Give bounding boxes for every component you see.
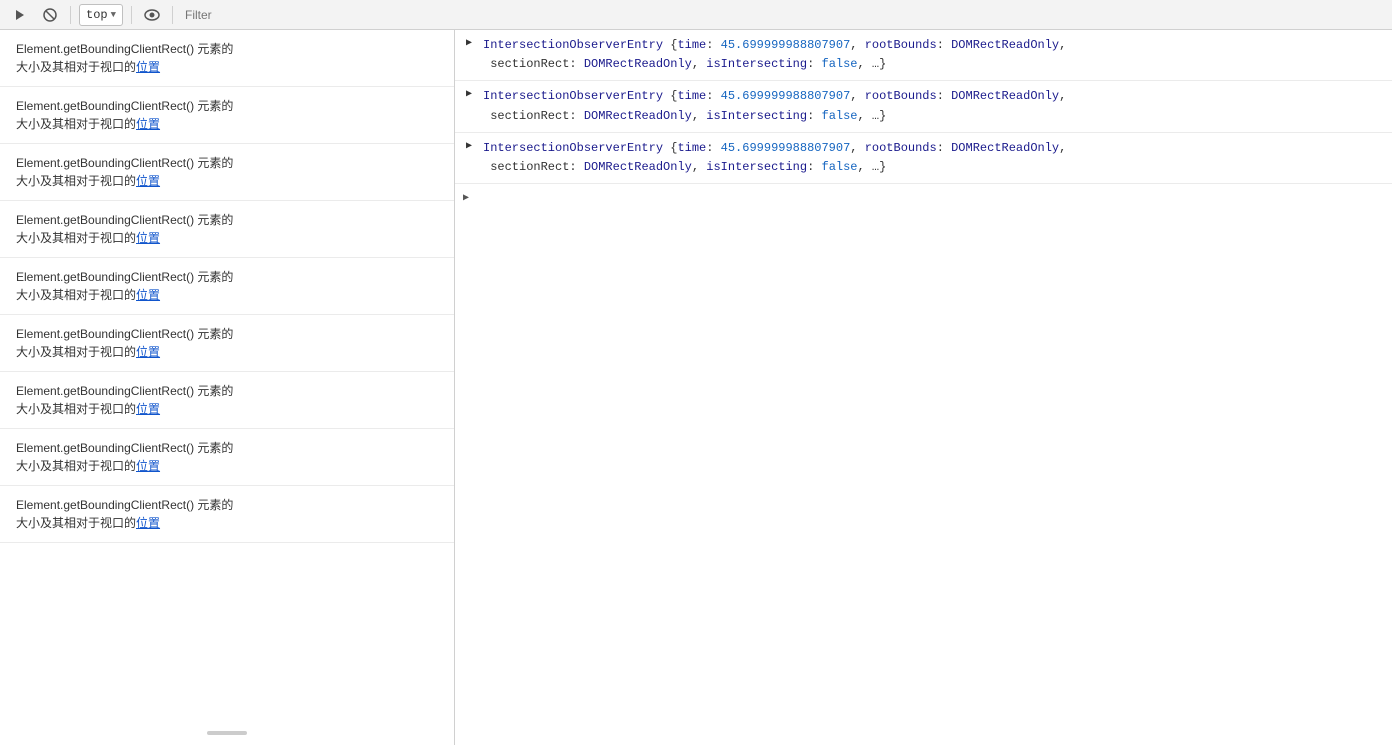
item-link-text[interactable]: 位置 [136,288,160,302]
console-text-3: IntersectionObserverEntry {time: 45.6999… [483,139,1384,177]
list-item[interactable]: Element.getBoundingClientRect() 元素的大小及其相… [0,372,454,429]
expand-arrow-4[interactable]: ▶ [463,192,469,204]
item-link-text[interactable]: 位置 [136,402,160,416]
console-text-1: IntersectionObserverEntry {time: 45.6999… [483,36,1384,74]
context-selector[interactable]: top ▼ [79,4,123,26]
list-item[interactable]: Element.getBoundingClientRect() 元素的大小及其相… [0,201,454,258]
eye-button[interactable] [140,3,164,27]
item-method-text: Element.getBoundingClientRect() 元素的大小及其相… [16,42,233,74]
item-link-text[interactable]: 位置 [136,117,160,131]
item-method-text: Element.getBoundingClientRect() 元素的大小及其相… [16,498,233,530]
list-item[interactable]: Element.getBoundingClientRect() 元素的大小及其相… [0,486,454,543]
console-entry: ▶ IntersectionObserverEntry {time: 45.69… [455,30,1392,81]
separator-1 [70,6,71,24]
item-link-text[interactable]: 位置 [136,231,160,245]
console-text-2: IntersectionObserverEntry {time: 45.6999… [483,87,1384,125]
list-item[interactable]: Element.getBoundingClientRect() 元素的大小及其相… [0,30,454,87]
play-button[interactable] [8,3,32,27]
item-method-text: Element.getBoundingClientRect() 元素的大小及其相… [16,441,233,473]
drag-bar [207,731,247,735]
right-panel: ▶ IntersectionObserverEntry {time: 45.69… [455,30,1392,745]
eye-icon [144,9,160,21]
list-item[interactable]: Element.getBoundingClientRect() 元素的大小及其相… [0,429,454,486]
chevron-down-icon: ▼ [111,10,116,20]
filter-input[interactable] [181,8,1384,22]
item-link-text[interactable]: 位置 [136,459,160,473]
item-method-text: Element.getBoundingClientRect() 元素的大小及其相… [16,156,233,188]
console-empty-entry: ▶ [455,184,1392,196]
stop-button[interactable] [38,3,62,27]
expand-arrow-3[interactable]: ▶ [463,141,475,153]
item-link-text[interactable]: 位置 [136,174,160,188]
expand-arrow-1[interactable]: ▶ [463,38,475,50]
item-link-text[interactable]: 位置 [136,60,160,74]
left-panel: Element.getBoundingClientRect() 元素的大小及其相… [0,30,455,745]
console-entry: ▶ IntersectionObserverEntry {time: 45.69… [455,81,1392,132]
item-method-text: Element.getBoundingClientRect() 元素的大小及其相… [16,270,233,302]
console-entry: ▶ IntersectionObserverEntry {time: 45.69… [455,133,1392,184]
toolbar: top ▼ [0,0,1392,30]
separator-2 [131,6,132,24]
item-method-text: Element.getBoundingClientRect() 元素的大小及其相… [16,99,233,131]
context-label: top [86,8,108,22]
expand-arrow-2[interactable]: ▶ [463,89,475,101]
stop-icon [43,8,57,22]
item-method-text: Element.getBoundingClientRect() 元素的大小及其相… [16,213,233,245]
separator-3 [172,6,173,24]
list-item[interactable]: Element.getBoundingClientRect() 元素的大小及其相… [0,315,454,372]
play-icon [13,8,27,22]
main-content: Element.getBoundingClientRect() 元素的大小及其相… [0,30,1392,745]
item-link-text[interactable]: 位置 [136,516,160,530]
list-item[interactable]: Element.getBoundingClientRect() 元素的大小及其相… [0,144,454,201]
item-method-text: Element.getBoundingClientRect() 元素的大小及其相… [16,327,233,359]
item-method-text: Element.getBoundingClientRect() 元素的大小及其相… [16,384,233,416]
list-item[interactable]: Element.getBoundingClientRect() 元素的大小及其相… [0,258,454,315]
item-link-text[interactable]: 位置 [136,345,160,359]
list-item[interactable]: Element.getBoundingClientRect() 元素的大小及其相… [0,87,454,144]
